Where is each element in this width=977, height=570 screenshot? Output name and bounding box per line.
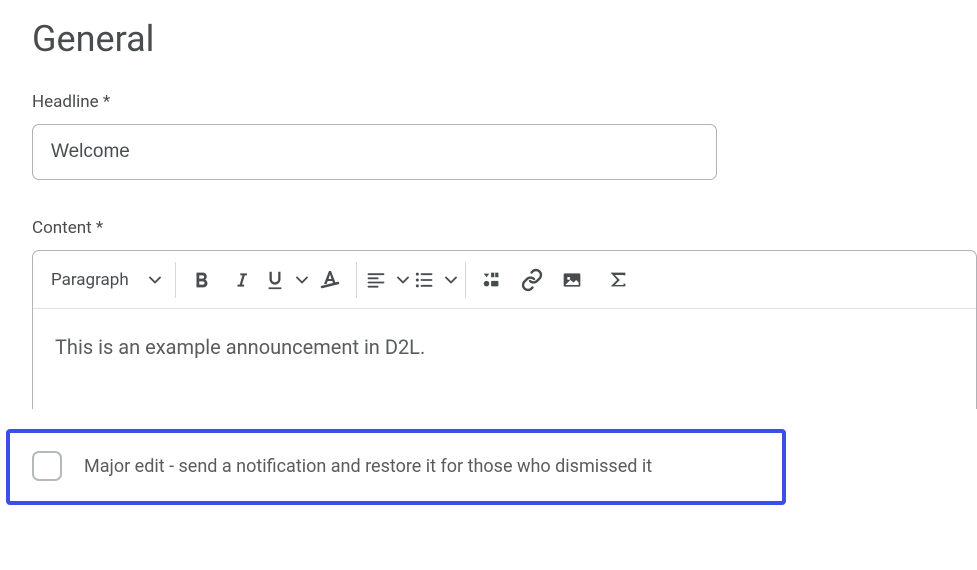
sigma-icon: [607, 268, 629, 292]
headline-input[interactable]: [32, 124, 717, 180]
insert-image-button[interactable]: [554, 260, 590, 300]
italic-button[interactable]: [224, 260, 260, 300]
font-color-icon: [318, 268, 342, 292]
image-icon: [560, 270, 584, 290]
underline-icon: [264, 269, 286, 291]
chevron-down-icon: [397, 274, 409, 286]
toolbar-separator: [356, 262, 357, 298]
editor-toolbar: Paragraph: [33, 251, 976, 309]
toolbar-separator: [465, 262, 466, 298]
bullet-list-icon: [413, 270, 435, 290]
underline-button[interactable]: [264, 260, 308, 300]
major-edit-label: Major edit - send a notification and res…: [84, 456, 652, 477]
align-button[interactable]: [365, 260, 409, 300]
headline-label: Headline *: [32, 92, 977, 112]
chevron-down-icon: [149, 274, 161, 286]
link-icon: [520, 268, 544, 292]
section-title: General: [32, 18, 977, 60]
chevron-down-icon: [445, 274, 457, 286]
font-color-button[interactable]: [312, 260, 348, 300]
format-select-label: Paragraph: [51, 270, 129, 290]
major-edit-row: Major edit - send a notification and res…: [6, 429, 786, 505]
bold-button[interactable]: [184, 260, 220, 300]
toolbar-separator: [175, 262, 176, 298]
insert-stuff-button[interactable]: [474, 260, 510, 300]
chevron-down-icon: [296, 274, 308, 286]
bold-icon: [191, 269, 213, 291]
content-label: Content *: [32, 218, 977, 238]
rich-text-editor: Paragraph: [32, 250, 977, 409]
list-button[interactable]: [413, 260, 457, 300]
align-left-icon: [365, 270, 387, 290]
format-select[interactable]: Paragraph: [45, 260, 167, 300]
insert-stuff-icon: [480, 269, 504, 291]
italic-icon: [232, 269, 252, 291]
editor-content-area[interactable]: This is an example announcement in D2L.: [33, 309, 976, 409]
major-edit-checkbox[interactable]: [32, 451, 62, 481]
equation-button[interactable]: [600, 260, 636, 300]
insert-link-button[interactable]: [514, 260, 550, 300]
